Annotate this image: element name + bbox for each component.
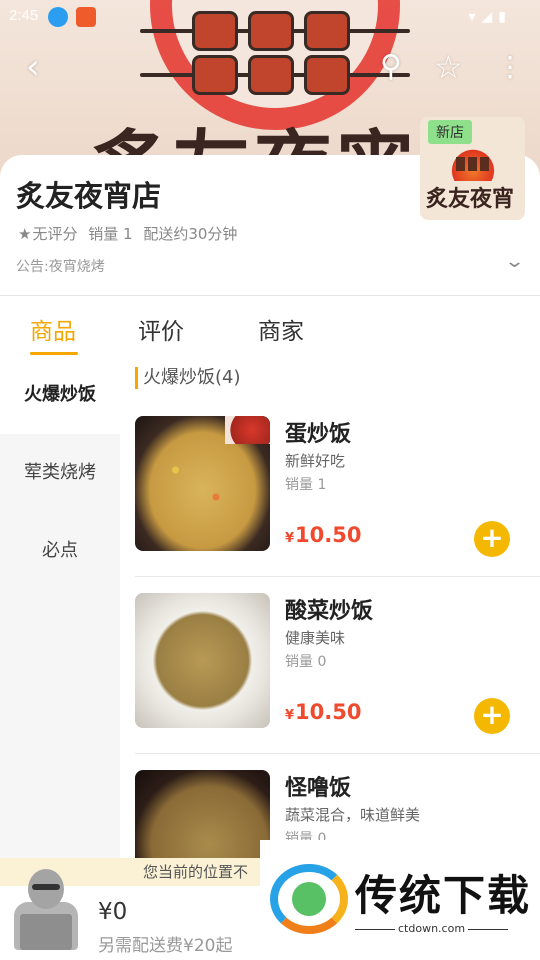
- product-desc: 健康美味: [285, 629, 346, 647]
- product-item[interactable]: 酸菜炒饭 健康美味 销量 0 ¥10.50 +: [135, 593, 540, 770]
- tab-merchant[interactable]: 商家: [258, 312, 304, 346]
- skewer-meat: [248, 55, 294, 95]
- currency-symbol: ¥: [285, 708, 295, 723]
- cart-total: ¥0: [98, 899, 128, 925]
- status-time: 2:45: [9, 7, 39, 24]
- product-name: 蛋炒饭: [285, 422, 352, 447]
- product-item[interactable]: 蛋炒饭 新鲜好吃 销量 1 ¥10.50 +: [135, 416, 540, 593]
- price-value: 10.50: [295, 523, 362, 547]
- category-item-must-order[interactable]: 必点: [0, 512, 120, 590]
- product-name: 怪噜饭: [285, 776, 352, 801]
- delivery-fee-note: 另需配送费¥20起: [98, 936, 233, 956]
- currency-symbol: ¥: [285, 531, 295, 546]
- product-name: 酸菜炒饭: [285, 599, 374, 624]
- cart-avatar-icon[interactable]: [8, 866, 82, 956]
- skewer-meat: [192, 55, 238, 95]
- fire-grill-icon: [448, 147, 498, 181]
- download-icon: [48, 7, 68, 27]
- product-price: ¥10.50: [285, 700, 361, 724]
- tab-goods[interactable]: 商品: [30, 312, 76, 346]
- rating-text: 无评分: [32, 225, 78, 243]
- shop-name: 炙友夜宵店: [16, 179, 162, 213]
- product-desc: 蔬菜混合，味道鲜美: [285, 806, 421, 824]
- product-price: ¥10.50: [285, 523, 361, 547]
- app-notification-icon: [76, 7, 96, 27]
- skewer-meat: [304, 55, 350, 95]
- product-image: [135, 416, 270, 551]
- watermark-rule: [468, 929, 508, 930]
- product-image: [135, 770, 270, 860]
- add-to-cart-button[interactable]: +: [474, 698, 510, 734]
- watermark-text: 传统下载: [355, 871, 532, 920]
- sauerkraut-rice-image: [135, 593, 270, 728]
- product-sold: 销量 1: [285, 477, 327, 493]
- category-item-fried-rice[interactable]: 火爆炒饭: [0, 356, 120, 434]
- watermark-rule: [355, 929, 395, 930]
- fried-rice-image: [135, 416, 270, 551]
- sales-text: 销量 1: [88, 225, 133, 243]
- add-to-cart-button[interactable]: +: [474, 521, 510, 557]
- avatar-glasses: [32, 884, 60, 890]
- chevron-down-icon[interactable]: ⌄: [504, 251, 525, 272]
- shop-page: 炙友夜宵 2:45 ▾◢▮ ‹ ⚲ ☆ ⋮ 炙友夜宵店 ★无评分 销量 1 配送…: [0, 0, 540, 960]
- logo-text: 炙友夜宵: [426, 186, 515, 212]
- price-value: 10.50: [295, 700, 362, 724]
- star-icon[interactable]: ☆: [434, 50, 463, 84]
- item-divider: [135, 576, 540, 577]
- item-divider: [135, 753, 540, 754]
- avatar-laptop: [20, 914, 72, 950]
- delivery-time-text: 配送约30分钟: [143, 225, 238, 243]
- signal-wifi-battery-icon: ▾◢▮: [468, 8, 512, 24]
- new-shop-badge: 新店: [428, 120, 472, 144]
- section-title: 火爆炒饭(4): [135, 367, 241, 389]
- category-item-bbq-meat[interactable]: 荤类烧烤: [0, 434, 120, 512]
- search-icon[interactable]: ⚲: [380, 50, 402, 84]
- back-arrow-icon[interactable]: ‹: [26, 50, 40, 84]
- status-bar: 2:45 ▾◢▮: [0, 0, 540, 34]
- skewer-illustration-bottom: [140, 52, 410, 98]
- tab-reviews[interactable]: 评价: [138, 312, 184, 346]
- divider: [0, 295, 540, 296]
- shop-meta: ★无评分 销量 1 配送约30分钟: [18, 223, 243, 244]
- plus-icon: +: [480, 521, 504, 554]
- star-icon: ★: [18, 225, 32, 243]
- product-image: [135, 593, 270, 728]
- watermark-logo-icon: [270, 864, 348, 934]
- shop-logo: 新店 炙友夜宵: [420, 117, 525, 220]
- plus-icon: +: [480, 698, 504, 731]
- product-sold: 销量 0: [285, 654, 327, 670]
- mixed-rice-image: [135, 770, 270, 860]
- shop-notice: 公告:夜宵烧烤: [16, 259, 105, 275]
- product-desc: 新鲜好吃: [285, 452, 346, 470]
- watermark-url: ctdown.com: [398, 922, 466, 935]
- more-vertical-icon[interactable]: ⋮: [496, 50, 524, 84]
- tab-active-indicator: [30, 352, 78, 355]
- watermark: 传统下载 ctdown.com: [260, 840, 540, 960]
